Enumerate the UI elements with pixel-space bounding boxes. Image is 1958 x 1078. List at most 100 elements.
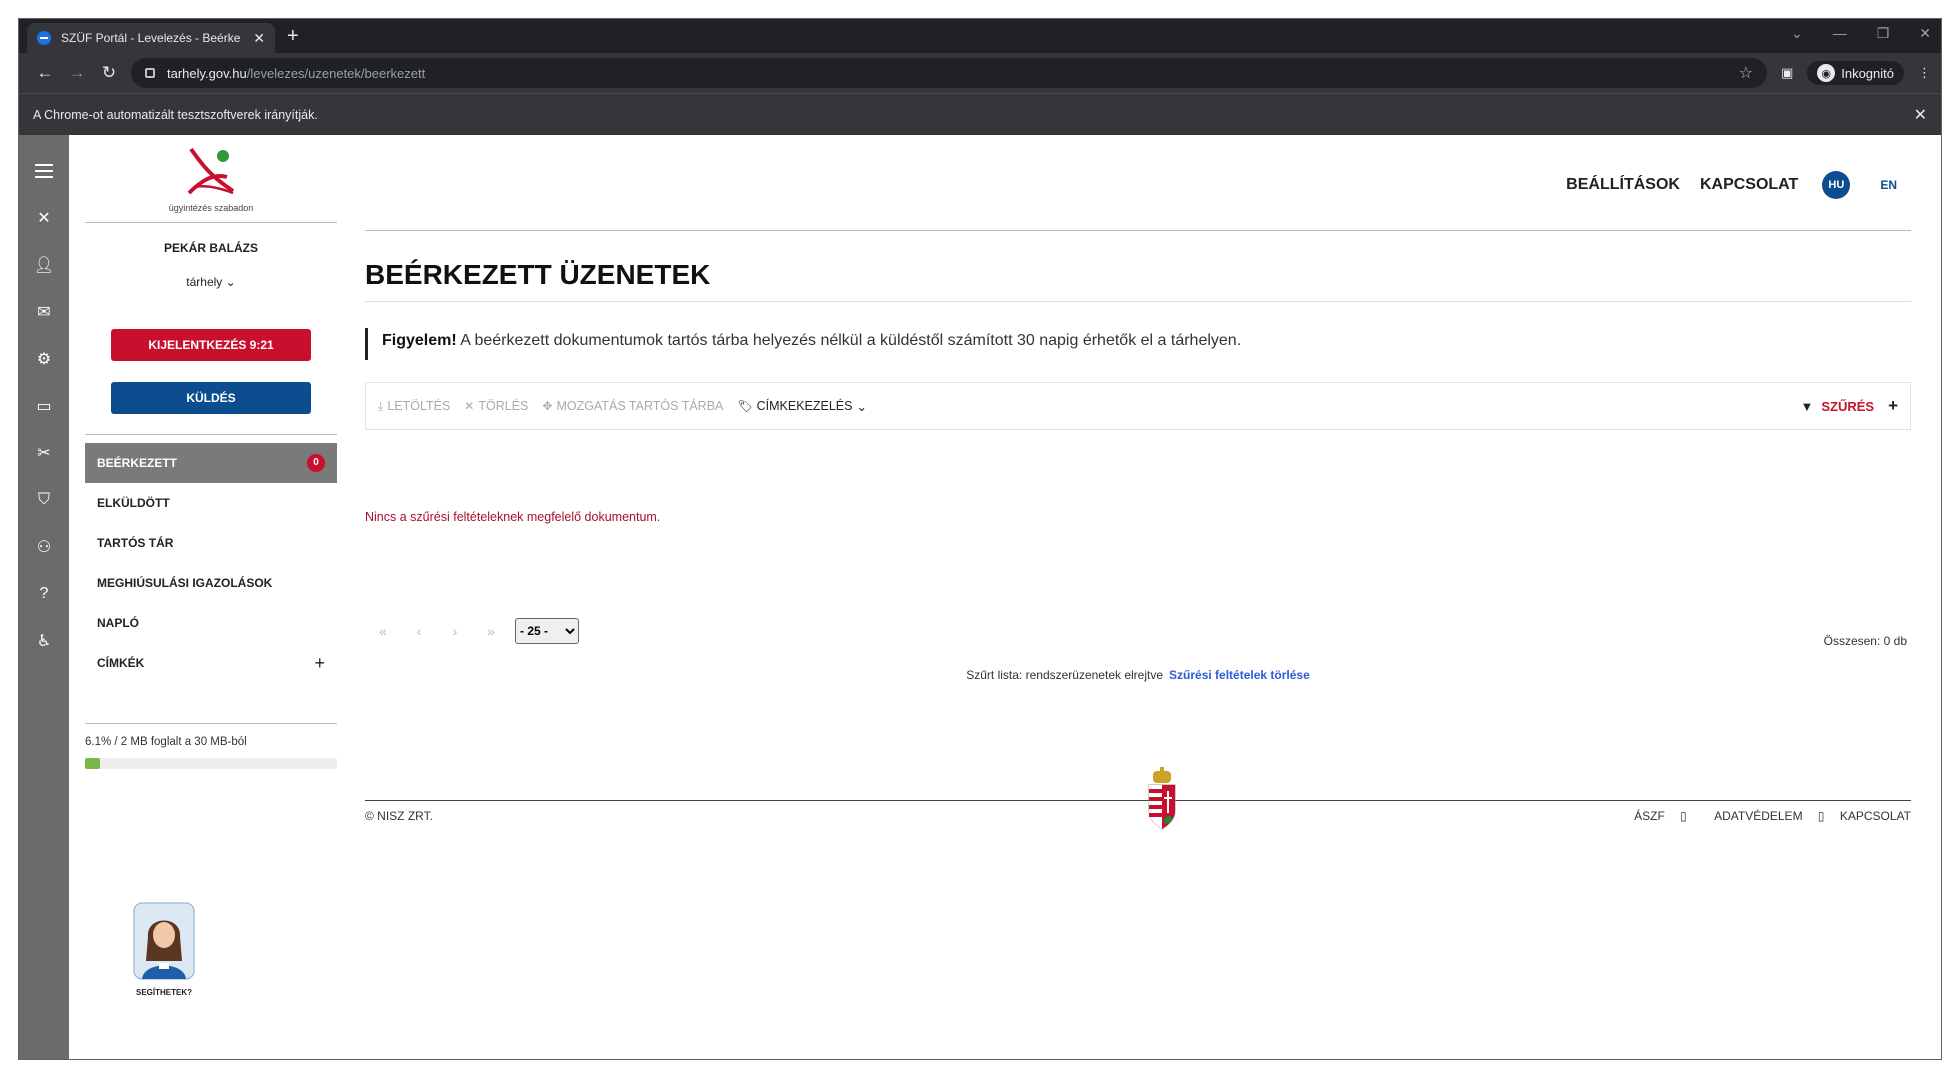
filter-label: SZŰRÉS bbox=[1821, 398, 1875, 414]
address-bar[interactable]: tarhely.gov.hu/levelezes/uzenetek/beerke… bbox=[131, 58, 1767, 88]
storage-dropdown[interactable]: tárhely ⌄ bbox=[85, 275, 337, 289]
tab-close-icon[interactable]: ✕ bbox=[253, 30, 265, 47]
tab-title: SZÜF Portál - Levelezés - Beérke bbox=[61, 31, 241, 45]
page: ✕ 👤︎ ✉ ⚙ ▭ ✂ ⛉ ⚇ ? ♿︎ ügyintézés szabado… bbox=[19, 135, 1941, 1059]
gear-icon[interactable]: ⚙ bbox=[19, 335, 69, 382]
new-tab-icon[interactable]: + bbox=[287, 25, 299, 48]
incognito-indicator[interactable]: ◉ Inkognitó bbox=[1807, 61, 1904, 85]
favicon-icon bbox=[37, 31, 51, 45]
logo[interactable]: ügyintézés szabadon bbox=[85, 135, 337, 223]
assistant-label: SEGÍTHETEK? bbox=[135, 988, 192, 997]
chevron-down-icon: ⌄ bbox=[225, 275, 236, 289]
browser-tab[interactable]: SZÜF Portál - Levelezés - Beérke ✕ bbox=[27, 23, 275, 53]
url-path: /levelezes/uzenetek/beerkezett bbox=[246, 65, 426, 81]
tab-bar: SZÜF Portál - Levelezés - Beérke ✕ + ⌄ —… bbox=[19, 19, 1941, 53]
aszf-link[interactable]: ÁSZF ▯ bbox=[1622, 809, 1687, 823]
sidebar-item-permanent-storage[interactable]: TARTÓS TÁR bbox=[85, 523, 337, 563]
prev-page-icon[interactable]: ‹ bbox=[401, 623, 437, 639]
ugyintezes-logo-icon bbox=[187, 147, 235, 195]
user-name: PEKÁR BALÁZS bbox=[163, 241, 258, 255]
settings-link[interactable]: BEÁLLÍTÁSOK bbox=[1566, 176, 1680, 194]
sidebar-item-inbox[interactable]: BEÉRKEZETT 0 bbox=[85, 443, 337, 483]
assistant-widget[interactable]: SEGÍTHETEK? bbox=[129, 901, 199, 997]
bookmark-star-icon[interactable]: ☆ bbox=[1739, 63, 1753, 83]
first-page-icon[interactable]: « bbox=[365, 623, 401, 639]
sidebar-item-label: ELKÜLDÖTT bbox=[97, 496, 170, 510]
sidebar-item-label: BEÉRKEZETT bbox=[97, 456, 178, 470]
forward-icon[interactable]: → bbox=[61, 63, 93, 83]
filter-button[interactable]: ▼ SZŰRÉS + bbox=[1800, 396, 1898, 416]
coat-of-arms-icon bbox=[1148, 767, 1176, 830]
move-icon: ✥ bbox=[542, 399, 553, 413]
delete-label: TÖRLÉS bbox=[478, 399, 529, 413]
move-button[interactable]: ✥ MOZGATÁS TARTÓS TÁRBA bbox=[542, 399, 723, 413]
sidebar-item-failure-certificates[interactable]: MEGHIÚSULÁSI IGAZOLÁSOK bbox=[85, 563, 337, 603]
tab-search-icon[interactable]: ⌄ bbox=[1791, 25, 1803, 42]
download-button[interactable]: ⤓ LETÖLTÉS bbox=[378, 399, 450, 414]
delete-icon: ✕ bbox=[464, 399, 475, 413]
window-controls: ⌄ — ❐ ✕ bbox=[1791, 25, 1931, 42]
help-icon[interactable]: ? bbox=[19, 570, 69, 617]
document-icon: ▯ bbox=[1680, 809, 1687, 823]
quota-bar bbox=[85, 758, 337, 769]
sidebar-item-log[interactable]: NAPLÓ bbox=[85, 603, 337, 643]
label-manage-button[interactable]: 🏷︎ CÍMKEKEZELÉS ⌄ bbox=[737, 399, 867, 414]
footer-contact-link[interactable]: KAPCSOLAT bbox=[1840, 809, 1911, 823]
add-user-icon[interactable]: ⚇ bbox=[19, 523, 69, 570]
sidebar-item-labels[interactable]: CÍMKÉK + bbox=[85, 643, 337, 683]
unread-count-badge: 0 bbox=[307, 454, 325, 472]
download-icon: ⤓ bbox=[378, 398, 384, 413]
logo-rail-icon[interactable]: ✕ bbox=[19, 194, 69, 241]
page-title: BEÉRKEZETT ÜZENETEK bbox=[365, 259, 1911, 302]
incognito-icon: ◉ bbox=[1817, 64, 1836, 82]
delete-button[interactable]: ✕ TÖRLÉS bbox=[464, 399, 528, 413]
move-label: MOZGATÁS TARTÓS TÁRBA bbox=[556, 399, 724, 413]
icon-rail: ✕ 👤︎ ✉ ⚙ ▭ ✂ ⛉ ⚇ ? ♿︎ bbox=[19, 135, 69, 1059]
lang-hu-button[interactable]: HU bbox=[1822, 170, 1851, 199]
aszf-label: ÁSZF bbox=[1634, 809, 1665, 823]
shield-icon[interactable]: ⛉ bbox=[19, 476, 69, 523]
close-window-icon[interactable]: ✕ bbox=[1919, 25, 1931, 42]
side-panel-icon[interactable]: ▣ bbox=[1781, 65, 1793, 81]
minimize-icon[interactable]: — bbox=[1833, 25, 1847, 42]
copyright: © NISZ ZRT. bbox=[365, 809, 433, 823]
tools-icon[interactable]: ✂ bbox=[19, 429, 69, 476]
user-icon[interactable]: 👤︎ bbox=[19, 241, 69, 288]
privacy-label: ADATVÉDELEM bbox=[1714, 809, 1803, 823]
chevron-down-icon: ⌄ bbox=[856, 399, 867, 414]
contact-link[interactable]: KAPCSOLAT bbox=[1700, 176, 1798, 194]
total-count: Összesen: 0 db bbox=[1823, 634, 1907, 648]
add-filter-icon: + bbox=[1888, 396, 1898, 415]
logout-button[interactable]: KIJELENTKEZÉS 9:21 bbox=[111, 329, 311, 361]
assistant-avatar-icon bbox=[133, 902, 195, 980]
reload-icon[interactable]: ↻ bbox=[93, 63, 125, 83]
lock-icon bbox=[145, 68, 155, 78]
sidebar-item-sent[interactable]: ELKÜLDÖTT bbox=[85, 483, 337, 523]
top-navigation: BEÁLLÍTÁSOK KAPCSOLAT HU EN bbox=[365, 135, 1911, 231]
hamburger-icon bbox=[35, 163, 53, 178]
infobar-text: A Chrome-ot automatizált tesztszoftverek… bbox=[33, 107, 318, 122]
sidebar-item-label: MEGHIÚSULÁSI IGAZOLÁSOK bbox=[97, 576, 273, 590]
sidebar: ügyintézés szabadon PEKÁR BALÁZS tárhely… bbox=[85, 135, 337, 1059]
infobar-close-icon[interactable]: ✕ bbox=[1914, 105, 1927, 125]
notice-box: Figyelem! A beérkezett dokumentumok tart… bbox=[365, 328, 1911, 360]
lang-en-button[interactable]: EN bbox=[1880, 178, 1897, 192]
clear-filters-link[interactable]: Szűrési feltételek törlése bbox=[1169, 668, 1310, 682]
document-icon: ▯ bbox=[1817, 809, 1825, 823]
browser-menu-icon[interactable]: ⋮ bbox=[1918, 65, 1931, 81]
card-icon[interactable]: ▭ bbox=[19, 382, 69, 429]
next-page-icon[interactable]: › bbox=[437, 623, 473, 639]
back-icon[interactable]: ← bbox=[29, 63, 61, 83]
menu-toggle[interactable] bbox=[19, 147, 69, 194]
add-label-icon[interactable]: + bbox=[314, 653, 325, 674]
storage-dropdown-label: tárhely bbox=[186, 275, 223, 289]
main-content: BEÁLLÍTÁSOK KAPCSOLAT HU EN BEÉRKEZETT Ü… bbox=[365, 135, 1911, 1059]
last-page-icon[interactable]: » bbox=[473, 623, 509, 639]
accessibility-icon[interactable]: ♿︎ bbox=[19, 617, 69, 664]
restore-icon[interactable]: ❐ bbox=[1877, 25, 1890, 42]
privacy-link[interactable]: ADATVÉDELEM ▯ bbox=[1702, 809, 1824, 823]
pagination: « ‹ › » - 25 - Összesen: 0 db bbox=[365, 614, 1911, 648]
page-size-select[interactable]: - 25 - bbox=[515, 618, 579, 644]
send-button[interactable]: KÜLDÉS bbox=[111, 382, 311, 414]
mail-icon[interactable]: ✉ bbox=[19, 288, 69, 335]
